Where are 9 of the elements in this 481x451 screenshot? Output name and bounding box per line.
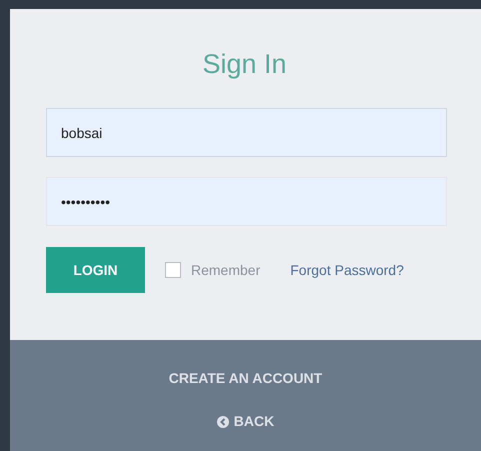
remember-label: Remember: [191, 260, 260, 280]
create-account-link[interactable]: CREATE AN ACCOUNT: [168, 368, 322, 389]
password-field[interactable]: ••••••••••: [46, 177, 447, 226]
login-button[interactable]: LOGIN: [46, 247, 145, 293]
sign-in-title: Sign In: [202, 48, 288, 81]
back-link[interactable]: BACK: [216, 411, 274, 432]
username-field[interactable]: bobsai: [46, 108, 447, 157]
forgot-password-link[interactable]: Forgot Password?: [290, 260, 404, 280]
remember-checkbox[interactable]: [165, 262, 181, 278]
